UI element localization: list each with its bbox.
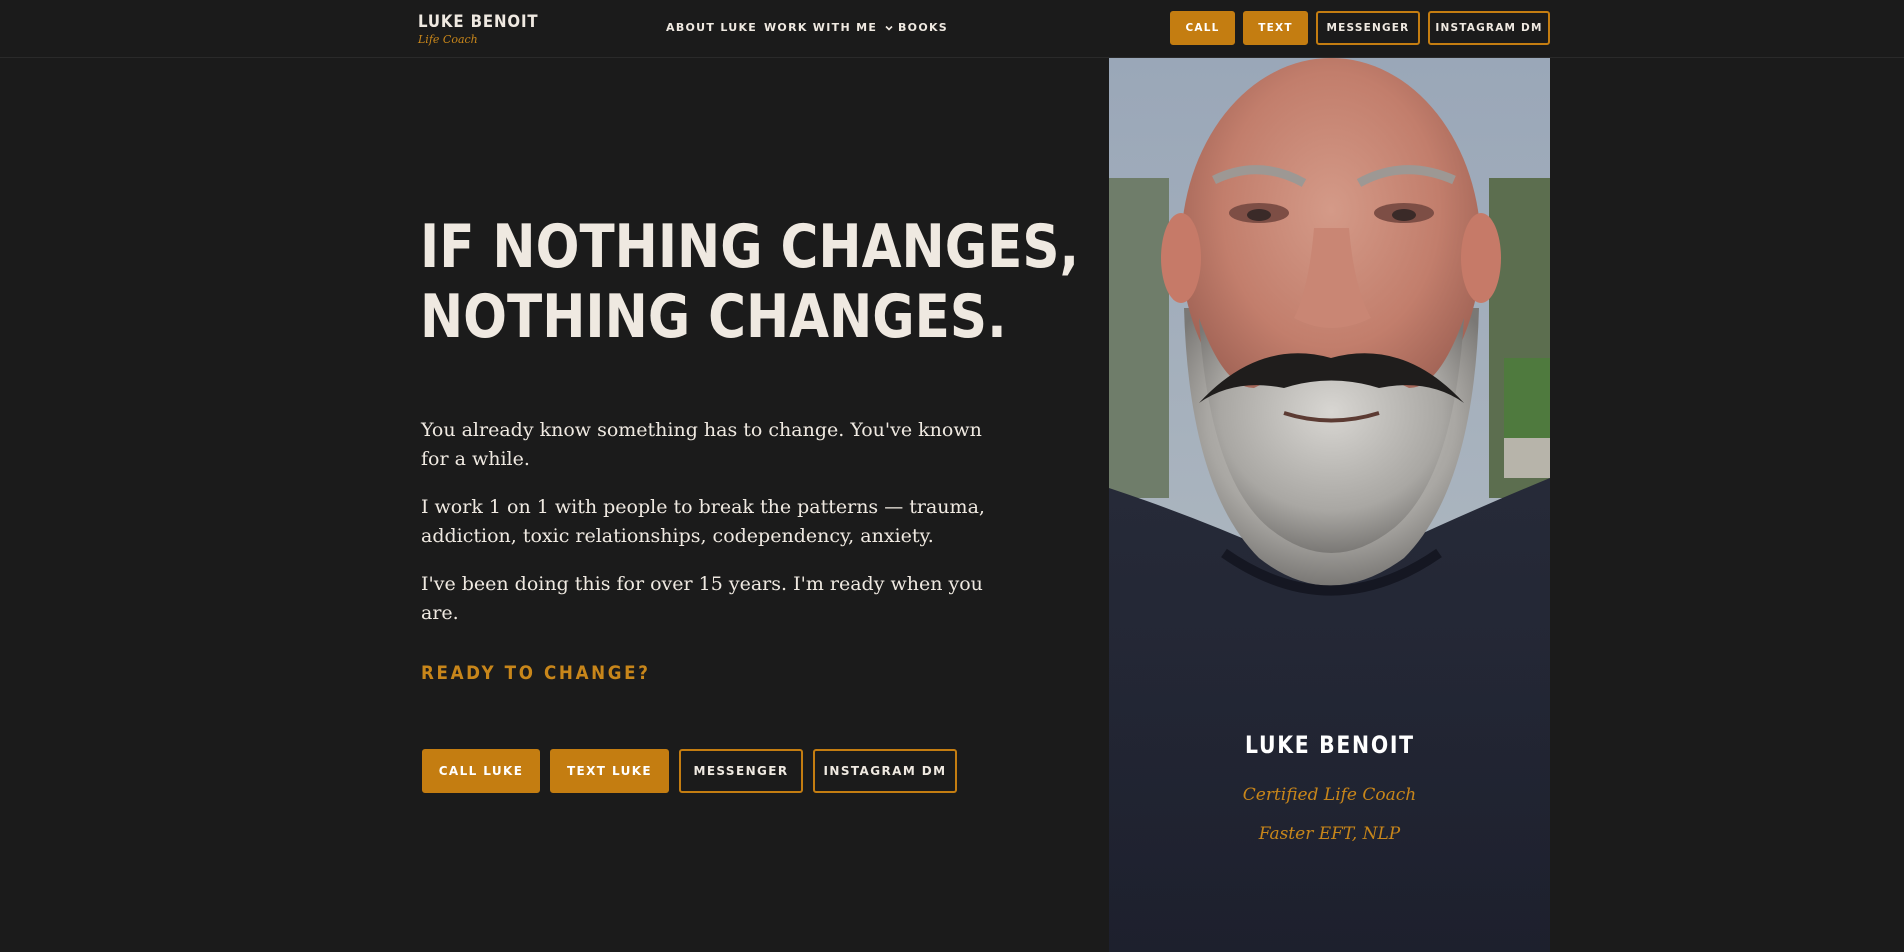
chevron-down-icon bbox=[885, 25, 893, 31]
nav-books[interactable]: BOOKS bbox=[898, 21, 948, 34]
profile-card: LUKE BENOIT Certified Life Coach Faster … bbox=[1109, 58, 1550, 952]
nav-about-luke-label: ABOUT LUKE bbox=[666, 21, 758, 34]
hero-headline: IF NOTHING CHANGES, NOTHING CHANGES. bbox=[420, 212, 1079, 352]
nav-work-with-me-label: WORK WITH ME bbox=[764, 21, 878, 34]
profile-name: LUKE BENOIT bbox=[1109, 731, 1550, 759]
profile-name-text: LUKE BENOIT bbox=[1244, 731, 1415, 759]
hero-headline-line-1: IF NOTHING CHANGES, bbox=[420, 212, 1080, 282]
hero-paragraph-2: I work 1 on 1 with people to break the p… bbox=[421, 496, 985, 547]
profile-title: Certified Life Coach bbox=[1242, 785, 1417, 805]
brand-name[interactable]: LUKE BENOIT bbox=[418, 12, 538, 32]
nav-work-with-me[interactable]: WORK WITH ME bbox=[764, 21, 894, 34]
hero-body-copy: You already know something has to change… bbox=[421, 416, 1011, 647]
header-call-button[interactable]: CALL bbox=[1170, 11, 1235, 45]
portrait-photo bbox=[1109, 58, 1550, 952]
instagram-dm-button[interactable]: INSTAGRAM DM bbox=[813, 749, 957, 793]
profile-credentials: Faster EFT, NLP bbox=[1258, 824, 1401, 844]
header-messenger-button[interactable]: MESSENGER bbox=[1316, 11, 1420, 45]
hero-headline-line-2: NOTHING CHANGES. bbox=[420, 282, 1007, 352]
hero-paragraph-1: You already know something has to change… bbox=[421, 419, 982, 470]
brand-logo[interactable]: LUKE BENOIT Life Coach bbox=[418, 12, 555, 46]
nav-books-label: BOOKS bbox=[898, 21, 949, 34]
call-luke-button[interactable]: CALL LUKE bbox=[422, 749, 540, 793]
header-instagram-dm-button[interactable]: INSTAGRAM DM bbox=[1428, 11, 1550, 45]
ready-to-change-label: READY TO CHANGE? bbox=[421, 662, 651, 684]
text-luke-button[interactable]: TEXT LUKE bbox=[550, 749, 669, 793]
hero-paragraph-3: I've been doing this for over 15 years. … bbox=[421, 573, 983, 624]
site-header: LUKE BENOIT Life Coach ABOUT LUKE WORK W… bbox=[0, 0, 1904, 58]
nav-about-luke[interactable]: ABOUT LUKE bbox=[666, 21, 757, 34]
brand-tagline: Life Coach bbox=[418, 33, 478, 46]
header-text-button[interactable]: TEXT bbox=[1243, 11, 1308, 45]
messenger-button[interactable]: MESSENGER bbox=[679, 749, 803, 793]
